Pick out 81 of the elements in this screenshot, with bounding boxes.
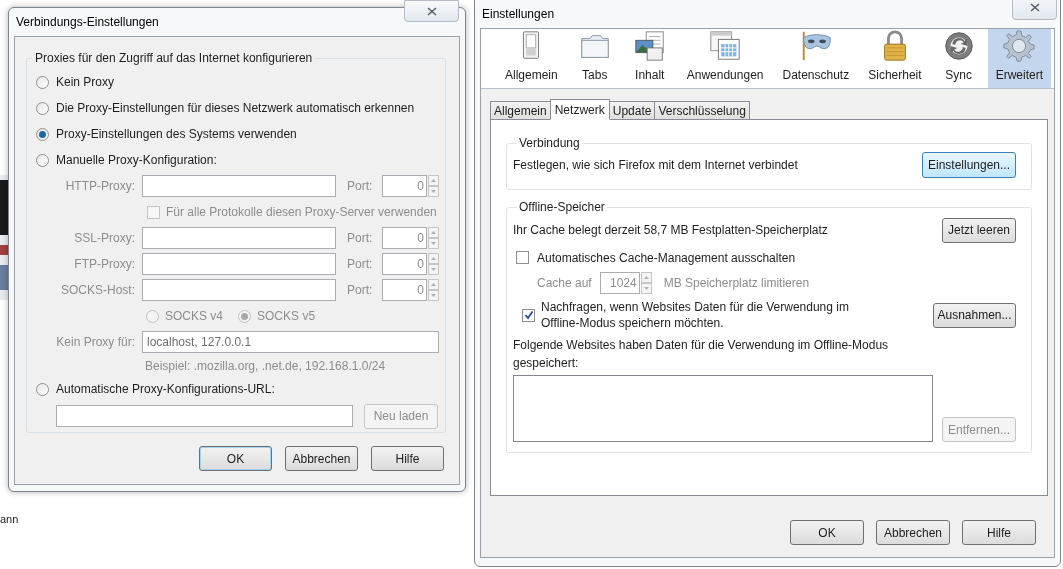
text-field[interactable] bbox=[56, 405, 353, 427]
spinner-arrows-icon bbox=[428, 253, 439, 275]
toolbar-label: Tabs bbox=[582, 67, 608, 84]
close-icon bbox=[426, 6, 437, 16]
field-label: Kein Proxy für: bbox=[55, 334, 135, 351]
radio-label: Automatische Proxy-Konfigurations-URL: bbox=[56, 381, 275, 398]
radio-button[interactable] bbox=[36, 101, 49, 115]
dialog-button[interactable]: Hilfe bbox=[962, 520, 1036, 545]
group-title: Verbindung bbox=[518, 135, 581, 152]
radio-label: SOCKS v4 bbox=[165, 308, 224, 325]
checkbox-label: Nachfragen, wenn Websites Daten für die Verwendung im Offline-Modus speichern möchten. bbox=[541, 299, 850, 331]
group-title: Offline-Speicher bbox=[518, 199, 606, 216]
toolbar-label: Sync bbox=[945, 67, 972, 84]
background-text: ann bbox=[0, 512, 19, 527]
clear-button[interactable]: Jetzt leeren bbox=[942, 217, 1016, 243]
toolbar-label: Allgemein bbox=[505, 67, 558, 84]
radio-label: Kein Proxy bbox=[56, 74, 115, 91]
checkbox[interactable] bbox=[522, 308, 535, 322]
radio-label: Die Proxy-Einstellungen für dieses Netzwerk automatisch erkennen bbox=[56, 100, 415, 117]
field-label: Port: bbox=[347, 256, 374, 273]
tab[interactable]: Netzwerk bbox=[549, 99, 610, 120]
tab[interactable]: Allgemein bbox=[490, 101, 551, 120]
field-label: SSL-Proxy: bbox=[73, 230, 135, 247]
dialog-button[interactable]: OK bbox=[199, 446, 272, 471]
dialog-button[interactable]: Hilfe bbox=[371, 446, 444, 471]
toolbar-label: Datenschutz bbox=[782, 67, 850, 84]
toolbar-item[interactable]: Anwendungen bbox=[678, 29, 772, 88]
checkbox-label: Für alle Protokolle diesen Proxy-Server verwenden bbox=[166, 204, 437, 221]
text-field[interactable] bbox=[142, 279, 336, 301]
toolbar-item[interactable]: Allgemein bbox=[497, 29, 566, 88]
toolbar-label: Erweitert bbox=[995, 67, 1043, 84]
close-button[interactable] bbox=[404, 0, 459, 22]
spinner-arrows-icon bbox=[428, 227, 439, 249]
radio-button[interactable] bbox=[36, 382, 49, 396]
field-label: Port: bbox=[347, 230, 374, 247]
radio-label: Manuelle Proxy-Konfiguration: bbox=[56, 152, 217, 169]
toolbar-item[interactable]: Tabs bbox=[568, 29, 621, 88]
toolbar-label: Anwendungen bbox=[686, 67, 764, 84]
field-label: Port: bbox=[347, 282, 374, 299]
window-title: Einstellungen bbox=[482, 6, 555, 23]
window-title: Verbindungs-Einstellungen bbox=[16, 14, 159, 31]
checkbox-label: Automatisches Cache-Management ausschalten bbox=[537, 249, 796, 267]
list-box[interactable] bbox=[513, 375, 933, 442]
toolbar-item[interactable]: Erweitert bbox=[987, 29, 1051, 88]
toolbar-item[interactable]: Sicherheit bbox=[860, 29, 930, 88]
text-field[interactable] bbox=[142, 227, 336, 249]
radio-button[interactable] bbox=[36, 153, 49, 167]
dialog-button[interactable]: Abbrechen bbox=[876, 520, 950, 545]
close-button[interactable] bbox=[1012, 0, 1057, 20]
toolbar-item[interactable]: Inhalt bbox=[623, 29, 676, 88]
toolbar-label: Inhalt bbox=[635, 67, 665, 84]
field-label: SOCKS-Host: bbox=[60, 282, 135, 299]
description-text: Festlegen, wie sich Firefox mit dem Internet verbindet bbox=[513, 157, 798, 174]
checkbox[interactable] bbox=[516, 251, 529, 264]
toolbar-label: Sicherheit bbox=[868, 67, 922, 84]
field-label: MB Speicherplatz limitieren bbox=[663, 275, 810, 292]
text-field[interactable] bbox=[142, 175, 336, 197]
spinner-arrows-icon bbox=[428, 279, 439, 301]
close-icon bbox=[1029, 2, 1040, 12]
spinner-arrows-icon bbox=[428, 175, 439, 197]
field-label: Cache auf bbox=[537, 275, 592, 292]
description-text: Ihr Cache belegt derzeit 58,7 MB Festplatten-Speicherplatz bbox=[513, 222, 828, 239]
settings-button[interactable]: Einstellungen... bbox=[922, 152, 1016, 178]
exceptions-button[interactable]: Ausnahmen... bbox=[933, 302, 1016, 328]
dialog-button[interactable]: OK bbox=[790, 520, 864, 545]
radio-label: Proxy-Einstellungen des Systems verwenden bbox=[56, 126, 297, 143]
dialog-button[interactable]: Abbrechen bbox=[285, 446, 358, 471]
radio-button[interactable] bbox=[36, 127, 49, 141]
group-title: Proxies für den Zugriff auf das Internet konfigurieren bbox=[34, 50, 314, 67]
hint-text: Beispiel: .mozilla.org, .net.de, 192.168.1.0/24 bbox=[145, 358, 386, 375]
radio-button[interactable] bbox=[36, 75, 49, 89]
text-field[interactable] bbox=[142, 253, 336, 275]
spinner-arrows-icon bbox=[640, 272, 652, 294]
radio-label: SOCKS v5 bbox=[257, 308, 316, 325]
gear-icon bbox=[1001, 29, 1038, 63]
field-label: HTTP-Proxy: bbox=[64, 178, 135, 195]
toolbar-item[interactable]: Sync bbox=[932, 29, 985, 88]
field-label: Port: bbox=[347, 178, 374, 195]
field-label: FTP-Proxy: bbox=[73, 256, 135, 273]
toolbar-item[interactable]: Datenschutz bbox=[774, 29, 858, 88]
description-text: Folgende Websites haben Daten für die Verwendung im Offline-Modus gespeichert: bbox=[513, 338, 889, 370]
